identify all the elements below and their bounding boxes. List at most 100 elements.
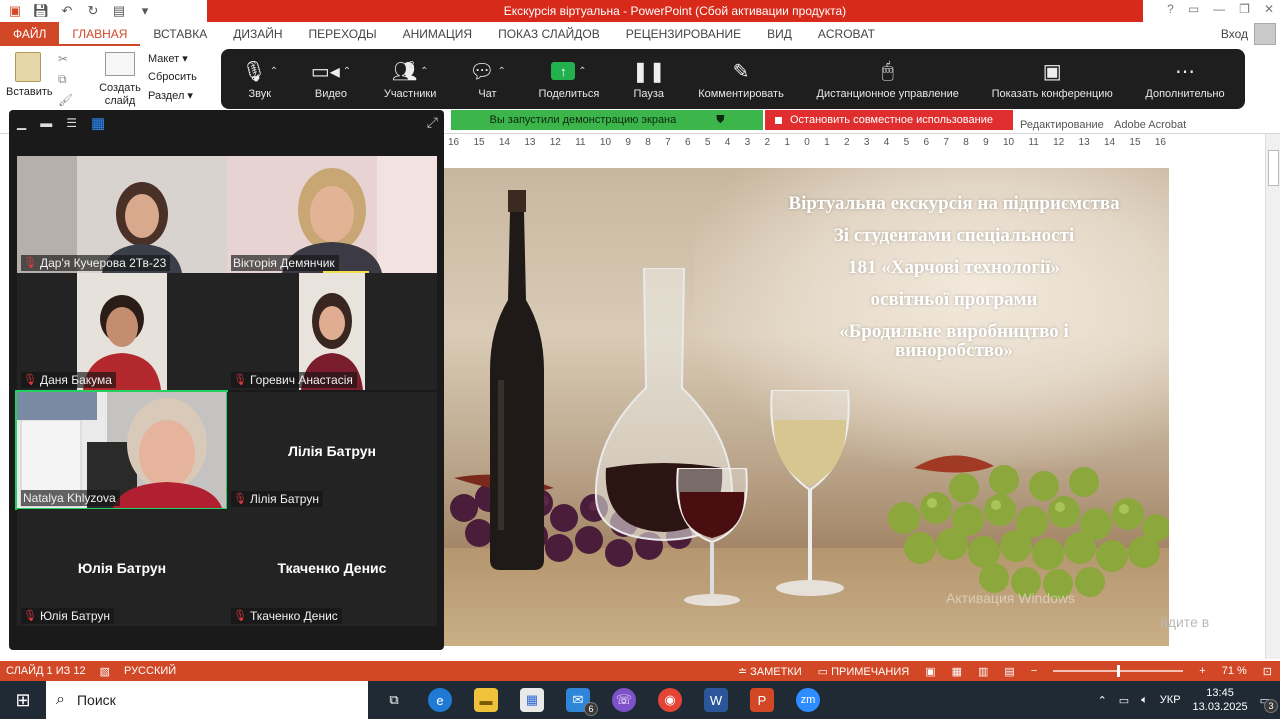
participants-button[interactable]: 👥︎ ⌃ 8 Участники — [384, 58, 437, 100]
slide-sorter-icon[interactable]: ▦ — [952, 665, 962, 678]
taskbar-search-box[interactable]: ⌕ Поиск — [46, 681, 368, 719]
slide-canvas[interactable]: Віртуальна екскурсія на підприємства Зі … — [444, 168, 1169, 646]
tab-slideshow[interactable]: ПОКАЗ СЛАЙДОВ — [485, 22, 613, 46]
minimize-view-icon[interactable]: ▁ — [17, 116, 26, 130]
muted-mic-icon: 🎙︎ — [233, 610, 247, 622]
more-button[interactable]: ⋯ Дополнительно — [1145, 58, 1224, 101]
strip-view-icon[interactable]: ☰ — [66, 116, 77, 130]
pause-button[interactable]: ❚❚ Пауза — [632, 58, 666, 101]
participant-tile-active-speaker[interactable]: Natalya Khlyzova — [15, 390, 228, 510]
layout-button[interactable]: Макет ▾ — [148, 52, 197, 65]
section-button[interactable]: Раздел ▾ — [148, 89, 197, 102]
reading-view-icon[interactable]: ▥ — [978, 665, 988, 678]
participant-tile[interactable]: 🎙︎ Даня Бакума — [17, 273, 227, 390]
tab-view[interactable]: ВИД — [754, 22, 805, 46]
zoom-slider-knob[interactable] — [1117, 665, 1121, 677]
tab-home[interactable]: ГЛАВНАЯ — [59, 22, 141, 46]
remote-control-button[interactable]: 🖱︎ Дистанционное управление — [817, 58, 959, 101]
chat-button[interactable]: 💬︎ ⌃ Чат — [469, 58, 506, 101]
chevron-up-icon[interactable]: ⌃ — [420, 66, 428, 77]
participant-tile[interactable]: 🎙︎ Дар'я Кучерова 2Тв-23 — [17, 156, 227, 273]
vertical-scrollbar[interactable] — [1265, 134, 1280, 659]
ribbon-options-icon[interactable]: ▭ — [1188, 2, 1199, 16]
keyboard-language[interactable]: УКР — [1160, 694, 1181, 706]
chevron-up-icon[interactable]: ⌃ — [578, 66, 586, 77]
copy-icon[interactable]: ⧉ — [58, 72, 73, 87]
mail-icon[interactable]: ✉ 6 — [566, 688, 598, 716]
tab-acrobat[interactable]: ACROBAT — [805, 22, 888, 46]
scrollbar-thumb[interactable] — [1268, 150, 1279, 186]
slide-title-text[interactable]: Віртуальна екскурсія на підприємства Зі … — [744, 188, 1164, 362]
format-painter-icon[interactable]: 🖌︎ — [58, 93, 73, 107]
participant-tile[interactable]: 🎙︎ Горевич Анастасія — [227, 273, 437, 390]
zoom-level[interactable]: 71 % — [1222, 665, 1247, 677]
close-icon[interactable]: ✕ — [1264, 2, 1274, 16]
chevron-up-icon[interactable]: ⌃ — [270, 66, 278, 77]
zoom-slider[interactable] — [1053, 665, 1184, 677]
speaker-view-icon[interactable]: ▬ — [40, 116, 52, 130]
new-slide-button[interactable]: Создать слайд — [98, 52, 142, 108]
audio-button[interactable]: 🎙︎ ⌃ Звук — [241, 58, 278, 101]
help-icon[interactable]: ? — [1167, 2, 1174, 16]
annotate-button[interactable]: ✎ Комментировать — [698, 58, 784, 101]
edge-icon[interactable]: e — [428, 688, 452, 712]
tab-animations[interactable]: АНИМАЦИЯ — [390, 22, 485, 46]
show-conference-button[interactable]: ▣ Показать конференцию — [992, 58, 1113, 101]
customize-icon[interactable]: ▾ — [136, 2, 154, 20]
ruler-tick: 11 — [1028, 137, 1039, 148]
restore-icon[interactable]: ❐ — [1239, 2, 1250, 16]
tab-review[interactable]: РЕЦЕНЗИРОВАНИЕ — [613, 22, 754, 46]
tab-insert[interactable]: ВСТАВКА — [140, 22, 220, 46]
account-avatar-icon[interactable] — [1254, 23, 1276, 45]
volume-icon[interactable]: 🔈︎ — [1141, 694, 1148, 707]
spellcheck-icon[interactable]: ▧ — [100, 665, 110, 678]
windows-start-icon[interactable]: ⊞ — [0, 681, 46, 719]
tab-design[interactable]: ДИЗАЙН — [220, 22, 295, 46]
share-button[interactable]: ↑ ⌃ Поделиться — [539, 58, 599, 100]
tray-overflow-icon[interactable]: ⌃ — [1098, 694, 1107, 707]
signin-link[interactable]: Вход — [1221, 27, 1248, 41]
battery-icon[interactable]: ▭ — [1119, 694, 1129, 707]
participant-tile[interactable]: Лілія Батрун 🎙︎ Лілія Батрун — [227, 392, 437, 509]
participant-tile[interactable]: Юлія Батрун 🎙︎ Юлія Батрун — [17, 509, 227, 626]
undo-icon[interactable]: ↶ — [58, 2, 76, 20]
slide-counter[interactable]: СЛАЙД 1 ИЗ 12 — [6, 665, 86, 677]
participant-tile[interactable]: Ткаченко Денис 🎙︎ Ткаченко Денис — [227, 509, 437, 626]
red-wine-glass-image — [676, 468, 748, 606]
slideshow-icon[interactable]: ▤ — [110, 2, 128, 20]
slideshow-view-icon[interactable]: ▤ — [1004, 665, 1014, 678]
file-explorer-icon[interactable]: ▬ — [474, 688, 498, 712]
viber-icon[interactable]: ☏ — [612, 688, 636, 712]
task-view-icon[interactable]: ⧉ — [382, 688, 406, 712]
zoom-in-icon[interactable]: + — [1199, 665, 1205, 677]
store-icon[interactable]: ▦ — [520, 688, 544, 712]
expand-icon[interactable]: ⤢ — [427, 114, 438, 131]
tab-file[interactable]: ФАЙЛ — [0, 22, 60, 46]
gallery-grid-icon[interactable]: ▦ — [91, 114, 105, 132]
chevron-up-icon[interactable]: ⌃ — [497, 66, 505, 77]
comments-button[interactable]: ▭ ПРИМЕЧАНИЯ — [818, 665, 910, 678]
tab-transitions[interactable]: ПЕРЕХОДЫ — [296, 22, 390, 46]
zoom-out-icon[interactable]: − — [1031, 665, 1037, 677]
chrome-icon[interactable]: ◉ — [658, 688, 682, 712]
participant-tile[interactable]: Вікторія Демянчик — [227, 156, 437, 273]
new-slide-label: Создать слайд — [99, 82, 141, 107]
word-icon[interactable]: W — [704, 688, 728, 712]
chevron-up-icon[interactable]: ⌃ — [343, 66, 351, 77]
reset-button[interactable]: Сбросить — [148, 71, 197, 83]
redo-icon[interactable]: ↻ — [84, 2, 102, 20]
notifications-icon[interactable]: ▭3 — [1260, 694, 1278, 713]
fit-slide-icon[interactable]: ⊡ — [1263, 665, 1272, 678]
save-icon[interactable]: 💾︎ — [32, 2, 50, 20]
cut-icon[interactable]: ✂ — [58, 52, 73, 66]
normal-view-icon[interactable]: ▣ — [925, 665, 935, 678]
powerpoint-icon[interactable]: P — [750, 688, 774, 712]
video-button[interactable]: ▭◂ ⌃ Видео — [311, 58, 351, 101]
minimize-icon[interactable]: — — [1213, 2, 1225, 16]
notes-button[interactable]: ≐ ЗАМЕТКИ — [738, 665, 802, 678]
clock[interactable]: 13:45 13.03.2025 — [1193, 686, 1248, 714]
paste-button[interactable]: Вставить — [6, 52, 53, 98]
zoom-app-icon[interactable]: zm — [796, 688, 820, 712]
stop-share-button[interactable]: Остановить совместное использование — [765, 110, 1013, 130]
language-indicator[interactable]: РУССКИЙ — [124, 665, 176, 677]
